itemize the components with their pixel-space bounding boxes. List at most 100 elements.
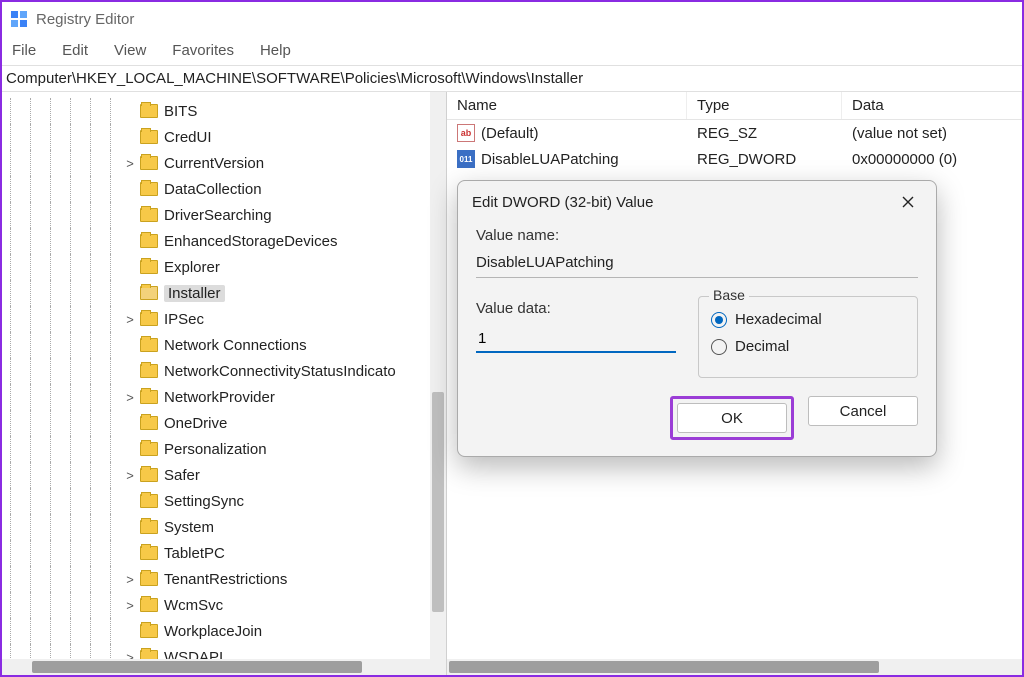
expander-icon[interactable]: >: [122, 312, 138, 327]
tree-item-label: BITS: [164, 103, 197, 120]
edit-dword-dialog: Edit DWORD (32-bit) Value Value name: Di…: [457, 180, 937, 457]
tree-item[interactable]: > TenantRestrictions: [2, 566, 446, 592]
scrollbar-thumb[interactable]: [32, 661, 362, 673]
close-icon[interactable]: [894, 188, 922, 216]
list-horizontal-scrollbar[interactable]: [447, 659, 1022, 675]
tree-item-label: Explorer: [164, 259, 220, 276]
tree-item-label: TenantRestrictions: [164, 571, 287, 588]
folder-icon: [140, 130, 158, 144]
address-bar[interactable]: Computer\HKEY_LOCAL_MACHINE\SOFTWARE\Pol…: [2, 66, 1022, 92]
tree-item[interactable]: NetworkConnectivityStatusIndicato: [2, 358, 446, 384]
tree-item[interactable]: >CurrentVersion: [2, 150, 446, 176]
menu-edit[interactable]: Edit: [58, 40, 92, 61]
folder-icon: [140, 286, 158, 300]
tree-pane: BITS CredUI >CurrentVersionDataCollection D…: [2, 92, 447, 675]
tree-item[interactable]: EnhancedStorageDevices: [2, 228, 446, 254]
tree-item-label: WSDAPI: [164, 649, 223, 660]
address-path: Computer\HKEY_LOCAL_MACHINE\SOFTWARE\Pol…: [6, 70, 583, 87]
menu-favorites[interactable]: Favorites: [168, 40, 238, 61]
folder-icon: [140, 390, 158, 404]
tree-item[interactable]: CredUI: [2, 124, 446, 150]
column-header-name[interactable]: Name: [447, 92, 687, 119]
tree-item[interactable]: TabletPC: [2, 540, 446, 566]
value-type: REG_DWORD: [687, 151, 842, 168]
menu-file[interactable]: File: [8, 40, 40, 61]
list-row[interactable]: ab(Default)REG_SZ(value not set): [447, 120, 1022, 146]
value-name-field[interactable]: DisableLUAPatching: [476, 252, 918, 278]
expander-icon[interactable]: >: [122, 468, 138, 483]
menubar: File Edit View Favorites Help: [2, 36, 1022, 66]
folder-icon: [140, 624, 158, 638]
tree-item-label: OneDrive: [164, 415, 227, 432]
tree-item-label: NetworkConnectivityStatusIndicato: [164, 363, 396, 380]
tree-item-label: DriverSearching: [164, 207, 272, 224]
tree-vertical-scrollbar[interactable]: [430, 92, 446, 675]
tree-view[interactable]: BITS CredUI >CurrentVersionDataCollection D…: [2, 92, 446, 659]
radio-decimal[interactable]: Decimal: [711, 338, 905, 355]
tree-item-label: Personalization: [164, 441, 267, 458]
value-name: DisableLUAPatching: [481, 151, 619, 168]
folder-icon: [140, 364, 158, 378]
radio-icon: [711, 339, 727, 355]
window-title: Registry Editor: [36, 11, 134, 28]
titlebar: Registry Editor: [2, 2, 1022, 36]
folder-icon: [140, 338, 158, 352]
expander-icon[interactable]: >: [122, 572, 138, 587]
tree-item[interactable]: Explorer: [2, 254, 446, 280]
list-header: Name Type Data: [447, 92, 1022, 120]
value-type: REG_SZ: [687, 125, 842, 142]
tree-item[interactable]: > Safer: [2, 462, 446, 488]
tree-item[interactable]: BITS: [2, 98, 446, 124]
tree-item[interactable]: >IPSec: [2, 306, 446, 332]
value-data-input[interactable]: [476, 325, 676, 353]
radio-hexadecimal[interactable]: Hexadecimal: [711, 311, 905, 328]
dialog-title: Edit DWORD (32-bit) Value: [472, 194, 653, 211]
tree-item[interactable]: Network Connections: [2, 332, 446, 358]
tree-item[interactable]: > WcmSvc: [2, 592, 446, 618]
menu-help[interactable]: Help: [256, 40, 295, 61]
value-data: (value not set): [842, 125, 1022, 142]
expander-icon[interactable]: >: [122, 598, 138, 613]
dialog-buttons: OK Cancel: [476, 396, 918, 440]
tree-item[interactable]: WorkplaceJoin: [2, 618, 446, 644]
dialog-titlebar[interactable]: Edit DWORD (32-bit) Value: [458, 181, 936, 223]
list-body: ab(Default)REG_SZ(value not set) 011 Disab…: [447, 120, 1022, 172]
folder-icon: [140, 104, 158, 118]
tree-item[interactable]: SettingSync: [2, 488, 446, 514]
tree-item[interactable]: Personalization: [2, 436, 446, 462]
base-group: Base Hexadecimal Decimal: [698, 296, 918, 378]
ok-highlight: OK: [670, 396, 794, 440]
scrollbar-thumb[interactable]: [449, 661, 879, 673]
string-value-icon: ab: [457, 124, 475, 142]
tree-item[interactable]: DataCollection: [2, 176, 446, 202]
tree-item-label: CredUI: [164, 129, 212, 146]
scrollbar-thumb[interactable]: [432, 392, 444, 612]
cancel-button[interactable]: Cancel: [808, 396, 918, 426]
tree-item-label: WcmSvc: [164, 597, 223, 614]
tree-item[interactable]: Installer: [2, 280, 446, 306]
folder-icon: [140, 156, 158, 170]
dword-value-icon: 011: [457, 150, 475, 168]
base-legend: Base: [709, 287, 749, 303]
ok-button[interactable]: OK: [677, 403, 787, 433]
tree-item[interactable]: OneDrive: [2, 410, 446, 436]
tree-item[interactable]: DriverSearching: [2, 202, 446, 228]
app-icon: [10, 10, 28, 28]
expander-icon[interactable]: >: [122, 390, 138, 405]
tree-item-label: TabletPC: [164, 545, 225, 562]
tree-item-label: Network Connections: [164, 337, 307, 354]
list-row[interactable]: 011DisableLUAPatchingREG_DWORD0x00000000…: [447, 146, 1022, 172]
expander-icon[interactable]: >: [122, 650, 138, 660]
tree-item[interactable]: System: [2, 514, 446, 540]
tree-item[interactable]: > WSDAPI: [2, 644, 446, 659]
expander-icon[interactable]: >: [122, 156, 138, 171]
tree-item[interactable]: >NetworkProvider: [2, 384, 446, 410]
menu-view[interactable]: View: [110, 40, 150, 61]
tree-item-label: Safer: [164, 467, 200, 484]
tree-item-label: SettingSync: [164, 493, 244, 510]
tree-horizontal-scrollbar[interactable]: [2, 659, 446, 675]
column-header-data[interactable]: Data: [842, 92, 1022, 119]
folder-icon: [140, 442, 158, 456]
column-header-type[interactable]: Type: [687, 92, 842, 119]
value-data-label: Value data:: [476, 300, 676, 317]
